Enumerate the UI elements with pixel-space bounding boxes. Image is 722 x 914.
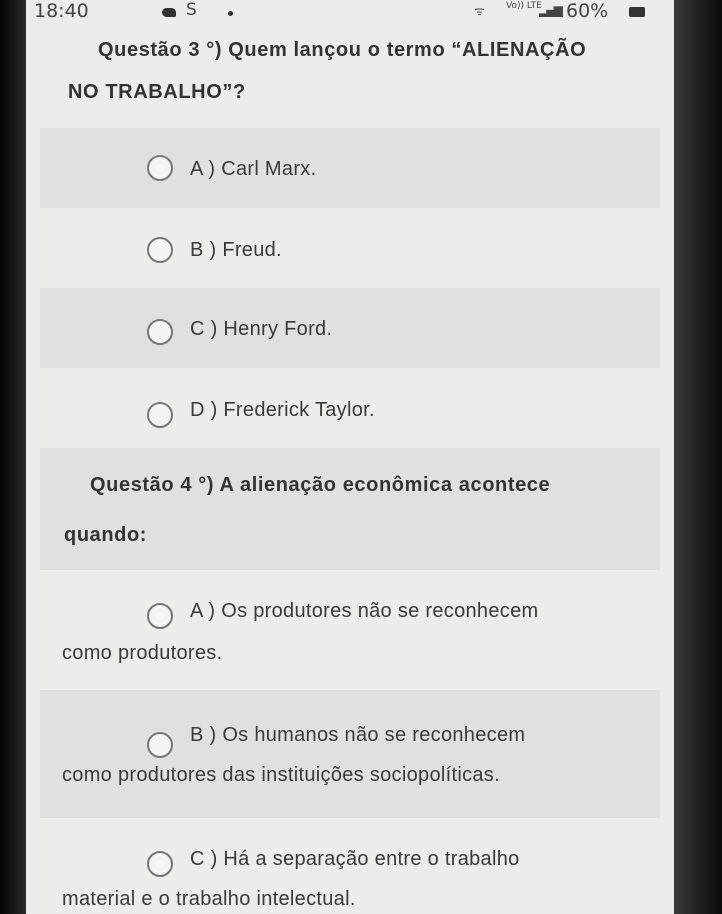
radio-button-icon[interactable] [147,732,173,758]
question-3-title: Questão 3 °) Quem lançou o termo “ALIENA… [40,26,660,116]
radio-button-icon[interactable] [147,237,173,263]
question-3-title-line1: Questão 3 °) Quem lançou o termo “ALIENA… [98,39,587,61]
question-4-option-b[interactable]: B ) Os humanos não se reconhecem como pr… [40,690,660,818]
option-label-line1: A ) Os produtores não se reconhecem [190,600,539,622]
device-bezel-right [674,0,722,914]
option-label-line2: como produtores das instituições sociopo… [62,764,500,786]
carrier-notification-icon: S [186,0,197,20]
radio-button-icon[interactable] [147,851,173,877]
question-4-title: Questão 4 °) A alienação econômica acont… [40,448,660,570]
radio-button-icon[interactable] [147,155,173,181]
question-3-option-a[interactable]: A ) Carl Marx. [40,128,660,208]
option-label: B ) Freud. [190,239,282,261]
device-bezel-left [0,0,26,914]
option-label: D ) Frederick Taylor. [190,399,375,421]
signal-bars-icon: ▂▄▆ [539,3,563,17]
question-4-option-c[interactable]: C ) Há a separação entre o trabalho mate… [40,818,660,914]
radio-button-icon[interactable] [147,603,173,629]
status-bar: 18:40 S ᯤ Vo)) LTE ▂▄▆ 60% [26,0,674,26]
question-4-option-a[interactable]: A ) Os produtores não se reconhecem como… [40,570,660,690]
battery-icon [629,7,645,17]
status-time: 18:40 [34,0,89,22]
battery-percent: 60% [566,0,609,22]
question-3-option-d[interactable]: D ) Frederick Taylor. [40,368,660,448]
message-notification-icon [162,8,176,17]
radio-button-icon[interactable] [147,402,173,428]
question-3-option-b[interactable]: B ) Freud. [40,208,660,288]
option-label: A ) Carl Marx. [190,158,317,180]
radio-button-icon[interactable] [147,319,173,345]
option-label: C ) Henry Ford. [190,318,333,340]
network-type-label: Vo)) LTE [506,1,542,11]
question-4-title-line2: quando: [64,524,148,546]
option-label-line1: B ) Os humanos não se reconhecem [190,724,526,746]
question-4-title-line1: Questão 4 °) A alienação econômica acont… [90,474,551,496]
wifi-icon: ᯤ [474,4,485,18]
option-label-line2: material e o trabalho intelectual. [62,888,356,910]
option-label-line2: como produtores. [62,642,223,664]
option-label-line1: C ) Há a separação entre o trabalho [190,848,520,870]
question-3-option-c[interactable]: C ) Henry Ford. [40,288,660,368]
notification-dot-icon [228,11,233,16]
screen: 18:40 S ᯤ Vo)) LTE ▂▄▆ 60% Questão 3 °) … [26,0,674,914]
question-3-title-line2: NO TRABALHO”? [68,81,246,103]
